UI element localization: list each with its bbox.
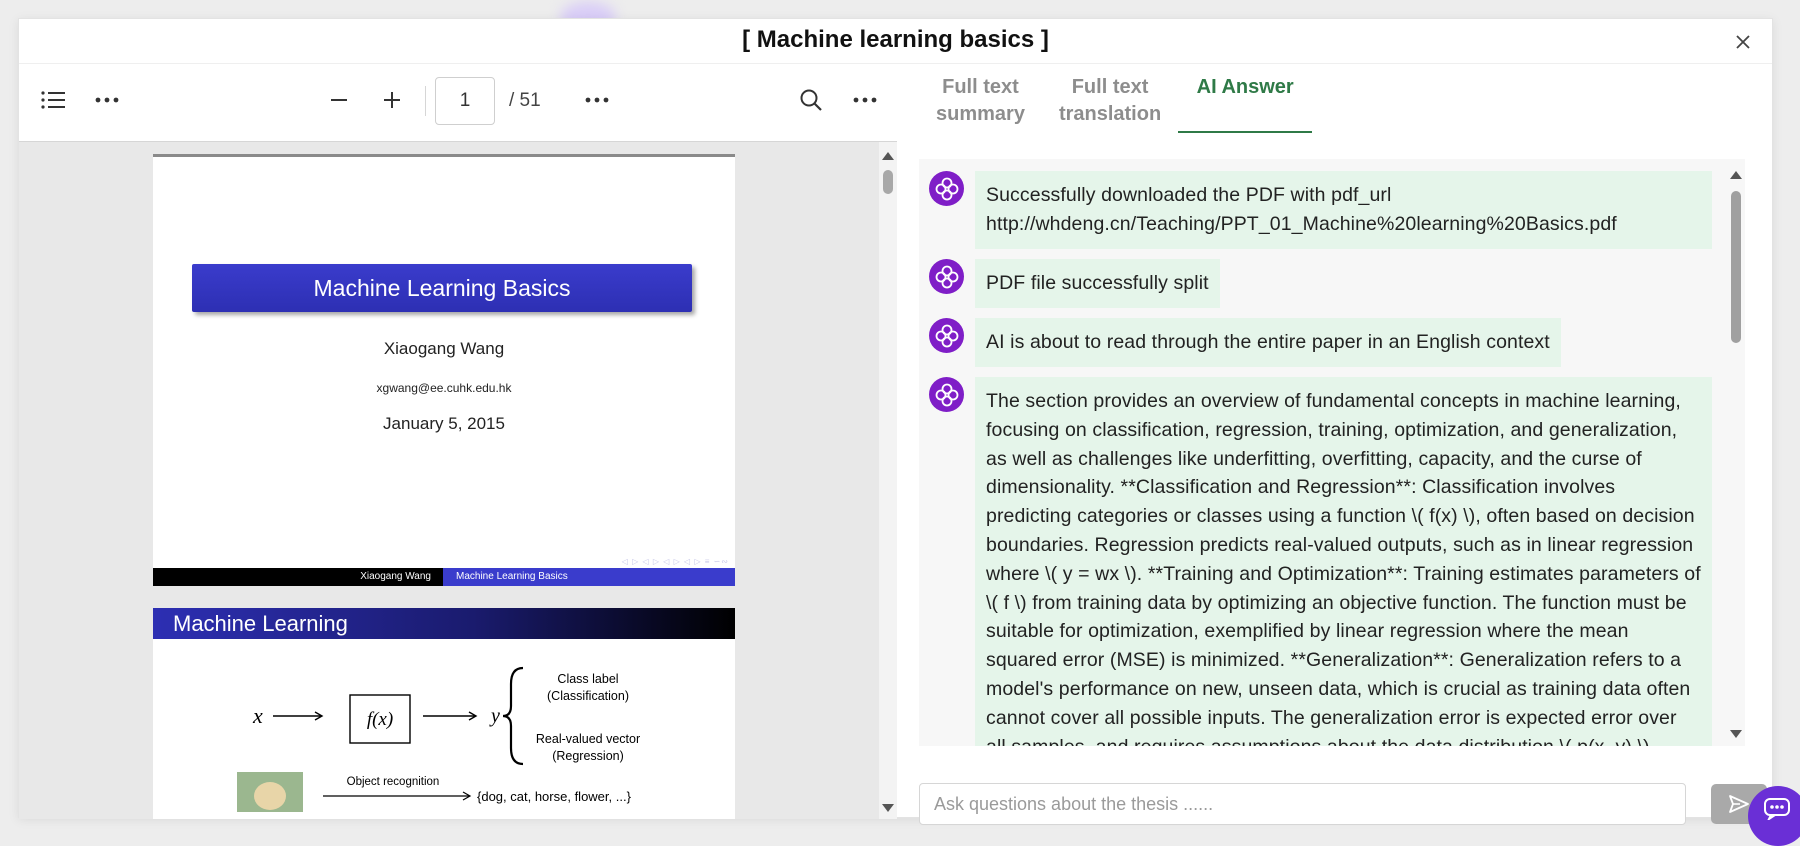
send-icon	[1729, 795, 1749, 813]
slide-author: Xiaogang Wang	[383, 339, 505, 358]
scroll-up-arrow[interactable]	[882, 152, 894, 160]
assistant-logo-icon	[935, 324, 958, 347]
assistant-avatar	[929, 377, 964, 412]
assistant-logo-icon	[935, 383, 958, 406]
chat-messages[interactable]: Successfully downloaded the PDF with pdf…	[919, 159, 1727, 746]
scroll-down-arrow[interactable]	[1730, 730, 1742, 738]
search-icon	[800, 89, 822, 111]
more-right-button[interactable]	[849, 84, 881, 116]
example-task-label: Object recognition	[347, 776, 440, 788]
message-bubble: Successfully downloaded the PDF with pdf…	[975, 171, 1712, 249]
zoom-out-button[interactable]	[323, 84, 355, 116]
toolbar-divider	[425, 86, 426, 116]
chat-message: AI is about to read through the entire p…	[929, 318, 1561, 367]
pdf-viewer: / 51 Machine Learning Basics Xiaogang Wa…	[19, 64, 897, 819]
message-bubble: AI is about to read through the entire p…	[975, 318, 1561, 367]
tab-label: summary	[936, 103, 1025, 125]
chat-support-button[interactable]	[1748, 786, 1800, 846]
more-center-button[interactable]	[581, 84, 613, 116]
pdf-toolbar: / 51	[19, 64, 897, 142]
list-icon	[41, 91, 65, 109]
outcome-classification-sub: (Classification)	[547, 689, 629, 703]
outcome-classification-label: Class label	[557, 672, 618, 686]
diagram-input: x	[252, 703, 263, 728]
diagram-output: y	[489, 705, 500, 727]
ml-diagram: x f(x) y Class label (Classification) Re…	[237, 666, 640, 812]
outline-toggle-button[interactable]	[37, 84, 69, 116]
tab-full-text-summary[interactable]: Full text summary	[919, 64, 1042, 134]
dialog-title: [ Machine learning basics ]	[742, 26, 1049, 53]
footer-title: Machine Learning Basics	[443, 568, 735, 586]
scroll-thumb[interactable]	[1731, 191, 1741, 343]
question-input[interactable]	[920, 784, 1685, 824]
zoom-in-button[interactable]	[376, 84, 408, 116]
scroll-up-arrow[interactable]	[1730, 171, 1742, 179]
diagram-function: f(x)	[367, 709, 393, 730]
tab-label: Full text	[1071, 76, 1149, 98]
plus-icon	[384, 92, 400, 108]
example-output-set: {dog, cat, horse, flower, ...}	[477, 789, 632, 804]
pdf-scrollbar[interactable]	[879, 142, 897, 819]
chat-bubble-icon	[1764, 798, 1790, 820]
pdf-page-area[interactable]: Machine Learning Basics Xiaogang Wang xg…	[19, 142, 879, 819]
assistant-logo-icon	[935, 177, 958, 200]
assistant-logo-icon	[935, 265, 958, 288]
chat-message: PDF file successfully split	[929, 259, 1220, 308]
scroll-down-arrow[interactable]	[882, 804, 894, 812]
scroll-thumb[interactable]	[883, 170, 893, 194]
assistant-avatar	[929, 259, 964, 294]
page-total: / 51	[509, 90, 541, 111]
page-number-input[interactable]	[435, 77, 495, 125]
assistant-avatar	[929, 318, 964, 353]
more-icon	[853, 97, 877, 103]
footer-author: Xiaogang Wang	[153, 568, 443, 586]
slide-email: xgwang@ee.cuhk.edu.hk	[376, 381, 512, 395]
pdf-page-2: Machine Learning x f(x) y Class label (C…	[153, 608, 735, 819]
more-left-button[interactable]	[91, 84, 123, 116]
slide-title: Machine Learning	[153, 608, 735, 639]
chat-message: Successfully downloaded the PDF with pdf…	[929, 171, 1712, 249]
assistant-avatar	[929, 171, 964, 206]
ai-tabs: Full text summary Full text translation …	[919, 64, 1313, 134]
beamer-nav-icons: ◁ ▷ ◁ ▷ ◁ ▷ ◁ ▷ ≡ ∽∾	[621, 557, 729, 566]
close-icon	[1736, 35, 1750, 49]
outcome-regression-sub: (Regression)	[552, 749, 624, 763]
search-button[interactable]	[795, 84, 827, 116]
question-input-container	[919, 783, 1686, 825]
ai-panel: Full text summary Full text translation …	[899, 64, 1774, 825]
tab-full-text-translation[interactable]: Full text translation	[1042, 64, 1178, 134]
tab-ai-answer[interactable]: AI Answer	[1178, 64, 1313, 134]
chat-scrollbar[interactable]	[1727, 159, 1745, 746]
slide-title: Machine Learning Basics	[192, 264, 692, 312]
close-button[interactable]	[1730, 29, 1756, 55]
more-icon	[95, 97, 119, 103]
more-icon	[585, 97, 609, 103]
dog-image-face	[254, 782, 286, 810]
tab-label: Full text	[942, 76, 1019, 98]
minus-icon	[331, 99, 347, 101]
chat-message: The section provides an overview of fund…	[929, 377, 1712, 746]
slide-footer: Xiaogang Wang Machine Learning Basics	[153, 568, 735, 586]
slide-date: January 5, 2015	[383, 414, 505, 433]
paper-reader-dialog: [ Machine learning basics ] / 51	[18, 18, 1774, 825]
outcome-regression-label: Real-valued vector	[536, 732, 640, 746]
pdf-page-1: Machine Learning Basics Xiaogang Wang xg…	[153, 154, 735, 586]
message-bubble: The section provides an overview of fund…	[975, 377, 1712, 746]
message-bubble: PDF file successfully split	[975, 259, 1220, 308]
brace	[502, 666, 524, 766]
tab-label: AI Answer	[1196, 76, 1294, 98]
tab-label: translation	[1058, 103, 1162, 125]
